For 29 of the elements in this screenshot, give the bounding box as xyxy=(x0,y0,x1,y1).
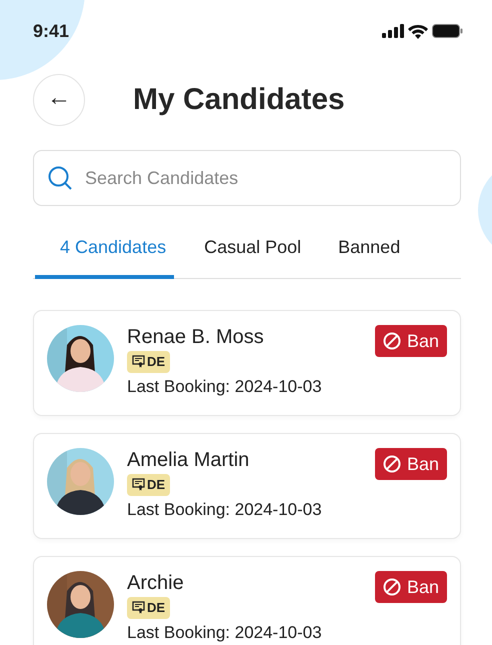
tab[interactable]: 4 Candidates xyxy=(35,222,174,279)
certificate-icon xyxy=(132,355,145,368)
language-badge: DE xyxy=(127,351,170,372)
wifi-icon xyxy=(408,24,428,38)
language-badge: DE xyxy=(127,597,170,618)
ban-icon xyxy=(382,332,401,350)
status-time: 9:41 xyxy=(33,20,70,42)
search-field[interactable]: Search Candidates xyxy=(33,150,461,206)
ban-icon xyxy=(382,455,401,473)
battery-icon xyxy=(432,24,463,38)
certificate-icon xyxy=(132,601,145,614)
language-badge: DE xyxy=(127,474,170,496)
last-booking: Last Booking: 2024-10-03 xyxy=(127,622,323,643)
tab[interactable]: Banned xyxy=(338,222,400,279)
ban-icon xyxy=(382,578,401,596)
last-booking: Last Booking: 2024-10-03 xyxy=(127,376,323,397)
back-button[interactable]: ← xyxy=(33,74,85,126)
ban-button[interactable]: Ban xyxy=(374,448,447,480)
tab[interactable]: Casual Pool xyxy=(204,222,302,279)
ban-button[interactable]: Ban xyxy=(374,571,447,603)
candidate-name: Renae B. Moss xyxy=(127,325,265,349)
certificate-icon xyxy=(132,478,145,492)
ban-button[interactable]: Ban xyxy=(374,325,447,357)
page-title: My Candidates xyxy=(133,82,345,118)
candidate-name: Archie xyxy=(127,571,185,595)
candidate-name: Amelia Martin xyxy=(127,448,250,472)
signal-icon xyxy=(382,24,404,38)
last-booking: Last Booking: 2024-10-03 xyxy=(127,500,323,520)
search-icon xyxy=(48,166,72,190)
